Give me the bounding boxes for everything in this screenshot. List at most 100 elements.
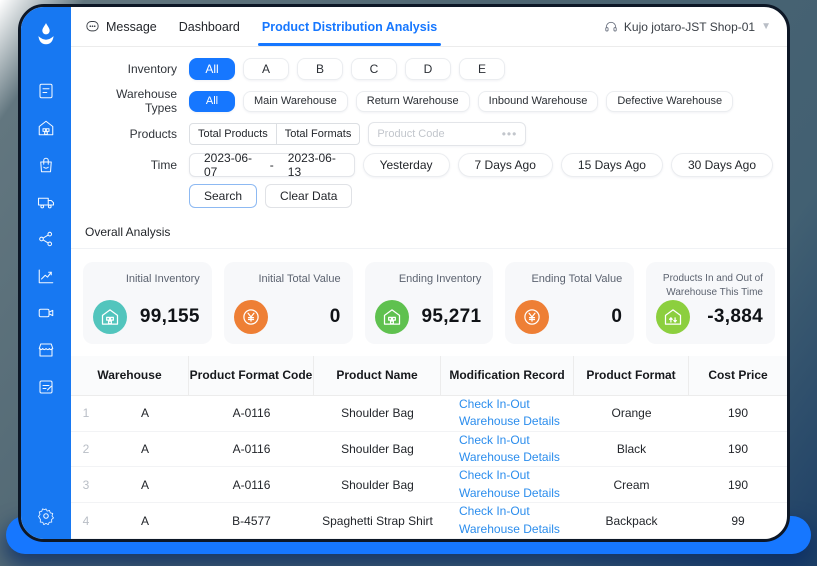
inventory-option-e[interactable]: E bbox=[459, 58, 505, 80]
date-to: 2023-06-13 bbox=[287, 151, 336, 179]
trend-chart-icon[interactable] bbox=[37, 267, 55, 285]
date-separator: - bbox=[269, 158, 274, 172]
table-header: Warehouse Product Format Code Product Na… bbox=[71, 356, 787, 396]
nav-message-label: Message bbox=[106, 19, 157, 34]
cell-warehouse: A bbox=[140, 477, 149, 492]
total-formats-segment[interactable]: Total Formats bbox=[276, 123, 361, 145]
cell-cost-price: 190 bbox=[727, 477, 749, 492]
nav-message[interactable]: Message bbox=[85, 7, 157, 46]
stat-cards: Initial Inventory 99,155 Initial Total V… bbox=[71, 249, 787, 356]
date-from: 2023-06-07 bbox=[204, 151, 253, 179]
edit-note-icon[interactable] bbox=[37, 378, 55, 396]
cell-product-name: Shoulder Bag bbox=[341, 441, 414, 456]
warehouse-home-icon[interactable] bbox=[37, 119, 55, 137]
cell-warehouse: A bbox=[140, 441, 149, 456]
card-value: 95,271 bbox=[421, 306, 482, 327]
header-product-name: Product Name bbox=[314, 356, 441, 395]
app-logo-icon bbox=[33, 21, 59, 52]
cell-warehouse: A bbox=[140, 513, 149, 528]
warehouse-type-inbound[interactable]: Inbound Warehouse bbox=[477, 90, 599, 112]
clear-data-button[interactable]: Clear Data bbox=[265, 184, 353, 208]
distribution-table: Warehouse Product Format Code Product Na… bbox=[71, 356, 787, 539]
header-cost-price: Cost Price bbox=[708, 368, 768, 383]
card-label: Products In and Out of Warehouse This Ti… bbox=[662, 273, 763, 298]
row-number: 4 bbox=[82, 513, 90, 528]
order-document-icon[interactable] bbox=[37, 82, 55, 100]
warehouse-arrows-icon bbox=[656, 300, 691, 334]
row-number: 1 bbox=[82, 406, 90, 421]
inventory-filter-row: Inventory All A B C D E bbox=[85, 58, 773, 80]
cell-cost-price: 99 bbox=[731, 513, 745, 528]
search-button[interactable]: Search bbox=[189, 184, 258, 208]
gear-icon[interactable] bbox=[37, 507, 55, 525]
nav-dashboard-label: Dashboard bbox=[178, 19, 240, 34]
warehouse-type-all[interactable]: All bbox=[189, 90, 235, 112]
warehouse-types-label: Warehouse Types bbox=[116, 87, 177, 115]
card-label: Initial Total Value bbox=[258, 273, 341, 285]
check-in-out-link[interactable]: Check In-Out Warehouse Details bbox=[441, 396, 566, 431]
product-code-field[interactable]: ••• bbox=[368, 122, 527, 146]
warehouse-types-filter-row: Warehouse Types All Main Warehouse Retur… bbox=[85, 87, 773, 115]
card-label: Initial Inventory bbox=[125, 273, 200, 285]
time-label: Time bbox=[150, 158, 177, 172]
date-range-picker[interactable]: 2023-06-07 - 2023-06-13 bbox=[189, 151, 355, 179]
inventory-option-all[interactable]: All bbox=[189, 58, 235, 80]
cell-product-format: Black bbox=[616, 441, 647, 456]
total-products-segment[interactable]: Total Products bbox=[189, 123, 277, 145]
card-value: 99,155 bbox=[139, 306, 200, 327]
check-in-out-link[interactable]: Check In-Out Warehouse Details bbox=[441, 503, 566, 538]
user-account-menu[interactable]: Kujo jotaro-JST Shop-01 ▼ bbox=[604, 20, 771, 34]
card-value: 0 bbox=[611, 306, 623, 327]
card-label: Ending Total Value bbox=[531, 273, 623, 285]
inventory-option-a[interactable]: A bbox=[243, 58, 289, 80]
inventory-option-b[interactable]: B bbox=[297, 58, 343, 80]
card-ending-total-value: Ending Total Value 0 bbox=[505, 262, 635, 344]
products-label: Products bbox=[129, 127, 177, 141]
inventory-option-c[interactable]: C bbox=[351, 58, 397, 80]
header-product-format-code: Product Format Code bbox=[189, 356, 314, 395]
video-camera-icon[interactable] bbox=[37, 304, 55, 322]
topbar: Message Dashboard Product Distribution A… bbox=[71, 7, 787, 47]
preset-7-days[interactable]: 7 Days Ago bbox=[457, 153, 553, 177]
share-network-icon[interactable] bbox=[37, 230, 55, 248]
check-in-out-link[interactable]: Check In-Out Warehouse Details bbox=[441, 467, 566, 502]
warehouse-type-return[interactable]: Return Warehouse bbox=[355, 90, 470, 112]
inventory-label: Inventory bbox=[127, 62, 177, 76]
warehouse-type-defective[interactable]: Defective Warehouse bbox=[606, 90, 734, 112]
table-row: 3 A A-0116 Shoulder Bag Check In-Out War… bbox=[71, 467, 787, 504]
yen-coin-icon bbox=[233, 300, 268, 334]
sidebar bbox=[21, 7, 71, 539]
preset-15-days[interactable]: 15 Days Ago bbox=[560, 153, 663, 177]
cell-product-format: Backpack bbox=[605, 513, 658, 528]
chevron-down-icon: ▼ bbox=[761, 21, 771, 32]
filter-panel: Inventory All A B C D E Warehouse Types … bbox=[71, 47, 787, 215]
header-modification-record: Modification Record bbox=[441, 356, 574, 395]
card-value: 0 bbox=[329, 306, 341, 327]
check-in-out-link[interactable]: Check In-Out Warehouse Details bbox=[441, 432, 566, 467]
cell-product-name: Shoulder Bag bbox=[341, 406, 414, 421]
cell-product-format: Cream bbox=[613, 477, 650, 492]
tab-product-distribution-analysis[interactable]: Product Distribution Analysis bbox=[257, 7, 442, 46]
action-buttons-row: Search Clear Data bbox=[85, 184, 773, 208]
cell-cost-price: 190 bbox=[727, 406, 749, 421]
card-label: Ending Inventory bbox=[398, 273, 482, 285]
products-filter-row: Products Total Products Total Formats ••… bbox=[85, 122, 773, 146]
card-initial-inventory: Initial Inventory 99,155 bbox=[83, 262, 212, 344]
product-code-input[interactable] bbox=[377, 128, 502, 140]
table-row: 1 A A-0116 Shoulder Bag Check In-Out War… bbox=[71, 396, 787, 432]
cell-format-code: A-0116 bbox=[232, 477, 271, 492]
table-row: 2 A A-0116 Shoulder Bag Check In-Out War… bbox=[71, 432, 787, 468]
card-initial-total-value: Initial Total Value 0 bbox=[223, 262, 353, 344]
nav-dashboard[interactable]: Dashboard bbox=[179, 7, 240, 46]
warehouse-type-main[interactable]: Main Warehouse bbox=[243, 90, 348, 112]
header-warehouse: Warehouse bbox=[71, 356, 189, 395]
preset-yesterday[interactable]: Yesterday bbox=[362, 153, 450, 177]
preset-30-days[interactable]: 30 Days Ago bbox=[670, 153, 773, 177]
truck-icon[interactable] bbox=[37, 193, 55, 211]
card-ending-inventory: Ending Inventory 95,271 bbox=[364, 262, 494, 344]
overall-analysis-title: Overall Analysis bbox=[85, 225, 171, 239]
cell-product-name: Spaghetti Strap Shirt bbox=[322, 513, 433, 528]
shopping-bag-icon[interactable] bbox=[37, 156, 55, 174]
storefront-icon[interactable] bbox=[37, 341, 55, 359]
inventory-option-d[interactable]: D bbox=[405, 58, 451, 80]
